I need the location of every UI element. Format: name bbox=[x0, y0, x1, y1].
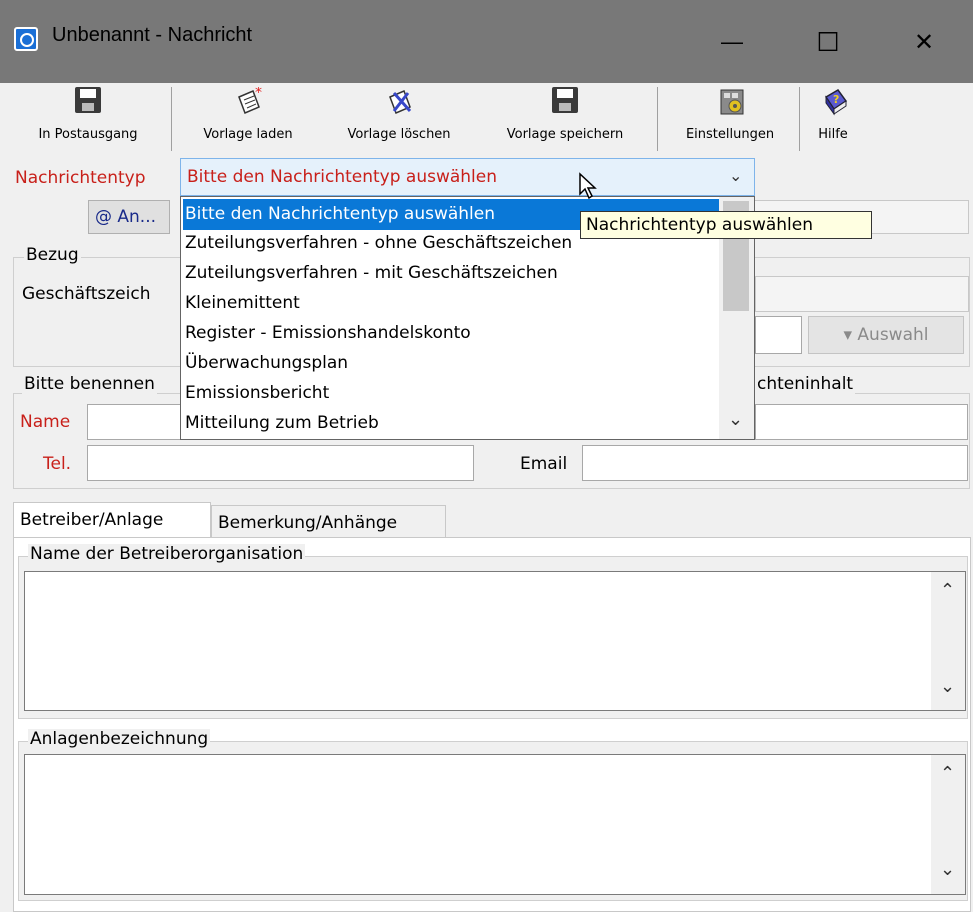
vorlage-speichern-button[interactable]: Vorlage speichern bbox=[480, 83, 650, 155]
toolbar-separator bbox=[171, 87, 172, 151]
message-type-label: Nachrichtentyp bbox=[15, 168, 146, 188]
vorlage-laden-button[interactable]: * Vorlage laden bbox=[178, 83, 318, 155]
name-field[interactable] bbox=[87, 404, 181, 440]
document-new-icon: * bbox=[235, 85, 262, 114]
name-field-right[interactable] bbox=[755, 404, 968, 440]
toolbar-label: Hilfe bbox=[818, 127, 848, 142]
minimize-button[interactable]: — bbox=[684, 12, 780, 72]
message-type-selected: Bitte den Nachrichtentyp auswählen bbox=[187, 167, 498, 187]
in-postausgang-button[interactable]: In Postausgang bbox=[10, 83, 166, 155]
chevron-down-icon[interactable]: ⌄ bbox=[728, 409, 743, 430]
toolbar-label: Vorlage speichern bbox=[506, 127, 624, 142]
toolbar: In Postausgang * Vorlage laden Vorlage l… bbox=[0, 83, 973, 155]
floppy-disk-icon bbox=[552, 87, 578, 113]
maximize-icon: ☐ bbox=[816, 26, 840, 57]
svg-text:*: * bbox=[255, 87, 262, 101]
einstellungen-button[interactable]: Einstellungen bbox=[664, 83, 796, 155]
geschaeftszeichen-field[interactable] bbox=[755, 276, 969, 312]
chevron-down-icon[interactable]: ⌄ bbox=[940, 676, 955, 697]
help-book-icon: ? bbox=[820, 87, 848, 116]
floppy-disk-icon bbox=[75, 87, 101, 113]
chevron-up-icon[interactable]: ⌃ bbox=[940, 580, 955, 601]
dropdown-option[interactable]: Mitteilung zum Betrieb bbox=[183, 408, 719, 439]
recipient-button[interactable]: @ An... bbox=[88, 200, 170, 234]
close-icon: ✕ bbox=[913, 28, 935, 56]
anlage-scrollbar[interactable]: ⌃ ⌄ bbox=[931, 755, 965, 894]
toolbar-separator bbox=[657, 87, 658, 151]
tab-bemerkung-anhaenge[interactable]: Bemerkung/Anhänge bbox=[211, 505, 446, 538]
mouse-cursor-icon bbox=[578, 172, 598, 205]
org-group-label: Name der Betreiberorganisation bbox=[28, 544, 306, 564]
org-scrollbar[interactable]: ⌃ ⌄ bbox=[931, 572, 965, 710]
geschaeftszeichen-label: Geschäftszeich bbox=[22, 284, 151, 304]
bezug-input[interactable] bbox=[755, 316, 802, 354]
svg-text:?: ? bbox=[833, 93, 839, 106]
contact-group-label: Bitte benennen bbox=[22, 374, 157, 394]
tooltip: Nachrichtentyp auswählen bbox=[580, 211, 872, 239]
chevron-up-icon[interactable]: ⌃ bbox=[940, 763, 955, 784]
email-label: Email bbox=[520, 454, 568, 474]
minimize-icon: — bbox=[721, 29, 743, 54]
message-content-group-label: chteninhalt bbox=[755, 374, 856, 394]
name-label: Name bbox=[20, 412, 71, 432]
dropdown-option[interactable]: Emissionsbericht bbox=[183, 378, 719, 409]
app-icon bbox=[14, 27, 38, 51]
org-textarea[interactable]: ⌃ ⌄ bbox=[24, 571, 966, 711]
dropdown-option[interactable]: Zuteilungsverfahren - mit Geschäftszeich… bbox=[183, 258, 719, 289]
chevron-down-icon: ⌄ bbox=[729, 166, 743, 185]
window-title: Unbenannt - Nachricht bbox=[52, 24, 253, 46]
settings-icon bbox=[717, 87, 744, 115]
toolbar-label: Vorlage laden bbox=[203, 127, 293, 142]
dropdown-option[interactable]: Kleinemittent bbox=[183, 288, 719, 319]
bezug-group-label: Bezug bbox=[24, 245, 81, 265]
tel-field[interactable] bbox=[87, 445, 474, 481]
tel-label: Tel. bbox=[43, 454, 72, 474]
vorlage-loeschen-button[interactable]: Vorlage löschen bbox=[320, 83, 478, 155]
auswahl-button[interactable]: ▾ Auswahl bbox=[808, 316, 964, 354]
toolbar-label: In Postausgang bbox=[38, 127, 138, 142]
toolbar-label: Vorlage löschen bbox=[347, 127, 451, 142]
anlage-textarea[interactable]: ⌃ ⌄ bbox=[24, 754, 966, 895]
hilfe-button[interactable]: ? Hilfe bbox=[806, 83, 860, 155]
anlage-group-label: Anlagenbezeichnung bbox=[28, 729, 211, 749]
dropdown-option[interactable]: Register - Emissionshandelskonto bbox=[183, 318, 719, 349]
document-delete-icon bbox=[386, 87, 412, 114]
maximize-button[interactable]: ☐ bbox=[780, 12, 876, 72]
email-field[interactable] bbox=[582, 445, 968, 481]
tab-betreiber-anlage[interactable]: Betreiber/Anlage bbox=[13, 502, 211, 538]
close-button[interactable]: ✕ bbox=[876, 12, 972, 72]
chevron-down-icon[interactable]: ⌄ bbox=[940, 859, 955, 880]
toolbar-separator bbox=[799, 87, 800, 151]
toolbar-label: Einstellungen bbox=[685, 127, 775, 142]
title-bar[interactable]: Unbenannt - Nachricht — ☐ ✕ bbox=[0, 0, 973, 83]
dropdown-option[interactable]: Überwachungsplan bbox=[183, 348, 719, 379]
message-type-select[interactable]: Bitte den Nachrichtentyp auswählen ⌄ bbox=[180, 158, 755, 196]
